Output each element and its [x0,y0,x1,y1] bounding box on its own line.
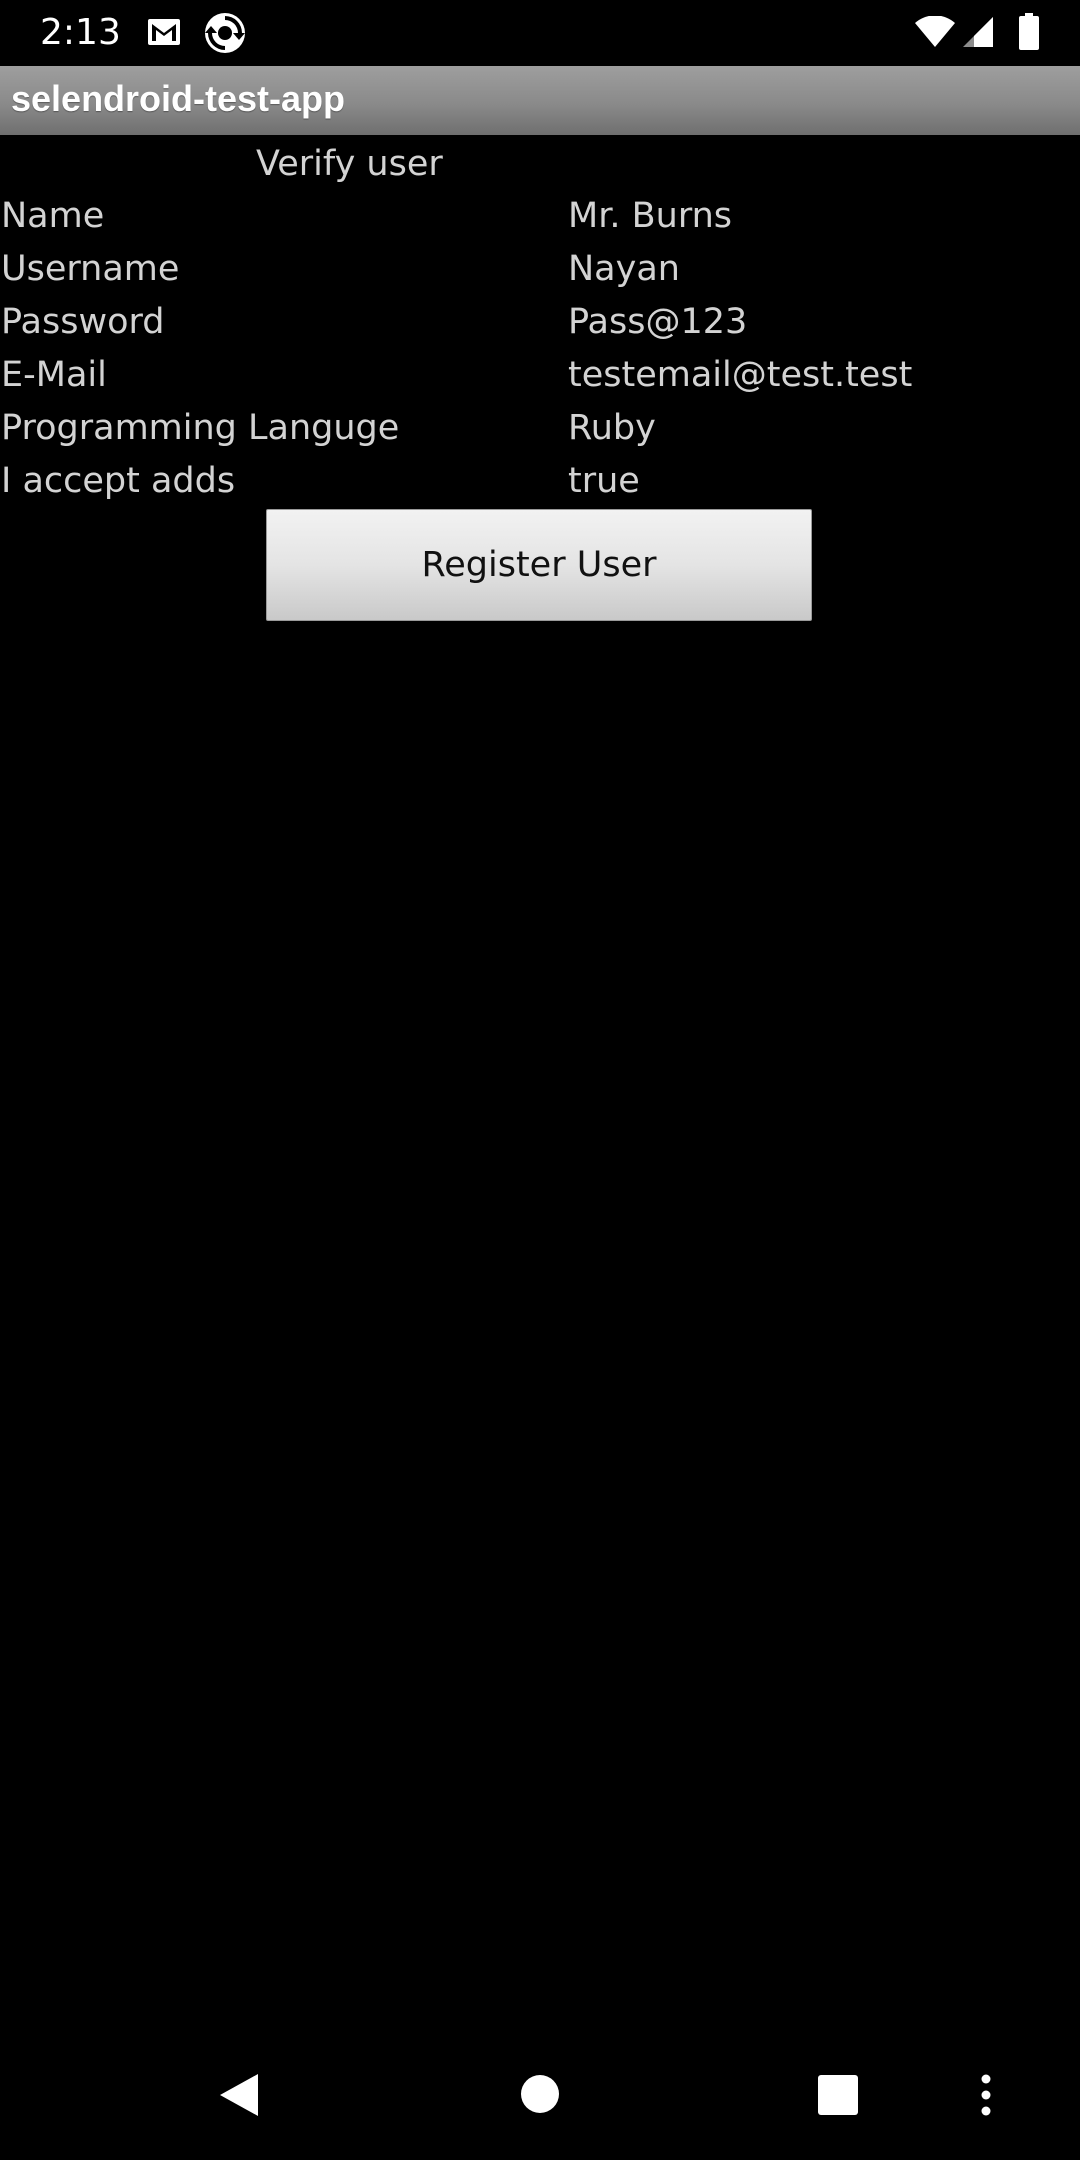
recents-icon[interactable] [817,2074,859,2120]
programming-language-value: Ruby [568,408,656,448]
battery-icon [1018,13,1040,55]
detail-row-name: Name Mr. Burns [0,190,1080,243]
accept-adds-label: I accept adds [1,461,236,501]
status-time: 2:13 [40,12,121,53]
detail-row-email: E-Mail testemail@test.test [0,349,1080,402]
home-icon[interactable] [520,2074,560,2118]
status-bar: 2:13 [0,0,1080,66]
overflow-menu-icon[interactable] [978,2074,994,2120]
detail-row-programming-language: Programming Languge Ruby [0,402,1080,455]
detail-row-password: Password Pass@123 [0,296,1080,349]
app-title-bar: selendroid-test-app [0,66,1080,135]
username-label: Username [1,249,180,289]
password-value: Pass@123 [568,302,748,342]
register-user-button[interactable]: Register User [266,509,812,621]
name-value: Mr. Burns [568,196,733,236]
sync-app-icon [203,11,247,59]
username-value: Nayan [568,249,680,289]
navigation-bar [0,2028,1080,2160]
verify-user-heading: Verify user [256,144,443,184]
detail-row-username: Username Nayan [0,243,1080,296]
accept-adds-value: true [568,461,640,501]
email-value: testemail@test.test [568,355,913,395]
detail-row-accept-adds: I accept adds true [0,455,1080,508]
cell-signal-icon [962,16,994,52]
wifi-icon [914,15,956,52]
password-label: Password [1,302,165,342]
programming-language-label: Programming Languge [1,408,400,448]
app-title: selendroid-test-app [11,78,346,119]
name-label: Name [1,196,105,236]
back-icon[interactable] [218,2072,260,2122]
gmail-icon [147,18,181,50]
email-label: E-Mail [1,355,107,395]
